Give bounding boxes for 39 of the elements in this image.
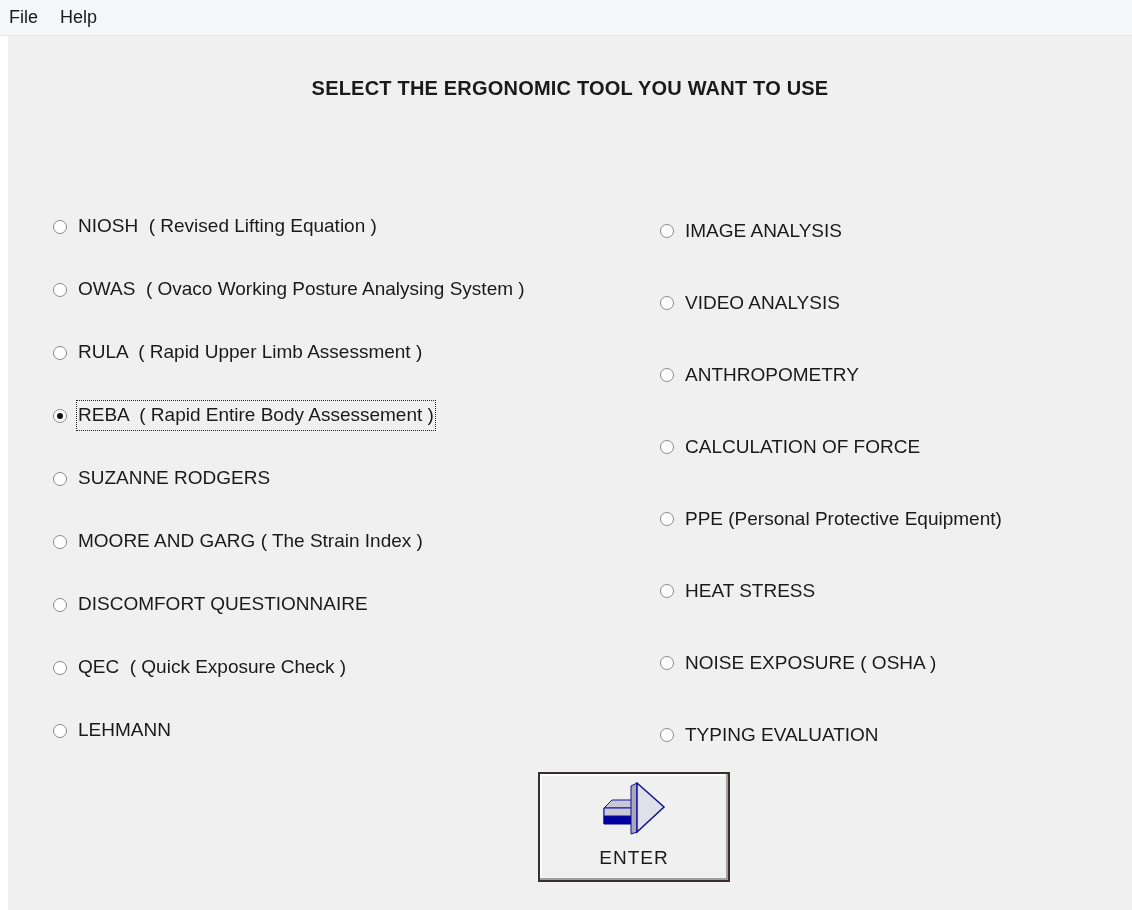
- menu-item[interactable]: File: [9, 4, 38, 31]
- radio-button[interactable]: [660, 440, 674, 454]
- radio-button[interactable]: [53, 408, 67, 423]
- menu-item[interactable]: Help: [60, 4, 98, 31]
- option-label[interactable]: HEAT STRESS: [683, 575, 818, 607]
- option-label[interactable]: DISCOMFORT QUESTIONNAIRE: [76, 589, 370, 620]
- radio-button[interactable]: [660, 512, 674, 526]
- radio-button[interactable]: [53, 219, 67, 234]
- option-label[interactable]: SUZANNE RODGERS: [76, 463, 273, 494]
- radio-button[interactable]: [53, 345, 67, 360]
- option-label[interactable]: LEHMANN: [76, 715, 173, 746]
- option-label[interactable]: TYPING EVALUATION: [683, 719, 881, 751]
- radio-button[interactable]: [660, 656, 674, 670]
- arrow-icon: [602, 781, 666, 836]
- radio-button[interactable]: [660, 584, 674, 598]
- radio-button[interactable]: [53, 723, 67, 738]
- radio-button[interactable]: [53, 282, 67, 297]
- radio-button[interactable]: [660, 224, 674, 238]
- option-label[interactable]: QEC ( Quick Exposure Check ): [76, 652, 349, 683]
- enter-button[interactable]: ENTER: [538, 772, 730, 882]
- option-label[interactable]: REBA ( Rapid Entire Body Assessement ): [76, 400, 436, 431]
- option-label[interactable]: NOISE EXPOSURE ( OSHA ): [683, 647, 939, 679]
- radio-button[interactable]: [660, 296, 674, 310]
- option-label[interactable]: IMAGE ANALYSIS: [683, 215, 844, 247]
- radio-button[interactable]: [660, 368, 674, 382]
- radio-button[interactable]: [53, 660, 67, 675]
- radio-button[interactable]: [660, 728, 674, 742]
- radio-button[interactable]: [53, 471, 67, 486]
- option-label[interactable]: NIOSH ( Revised Lifting Equation ): [76, 211, 379, 242]
- option-label[interactable]: ANTHROPOMETRY: [683, 359, 861, 391]
- radio-button[interactable]: [53, 534, 67, 549]
- option-label[interactable]: RULA ( Rapid Upper Limb Assessment ): [76, 337, 425, 368]
- option-label[interactable]: OWAS ( Ovaco Working Posture Analysing System ): [76, 274, 527, 305]
- option-label[interactable]: CALCULATION OF FORCE: [683, 431, 923, 463]
- option-label[interactable]: PPE (Personal Protective Equipment): [683, 503, 1004, 535]
- page-title: SELECT THE ERGONOMIC TOOL YOU WANT TO USE: [311, 76, 829, 101]
- option-label[interactable]: MOORE AND GARG ( The Strain Index ): [76, 526, 425, 557]
- option-label[interactable]: VIDEO ANALYSIS: [683, 287, 842, 319]
- radio-button[interactable]: [53, 597, 67, 612]
